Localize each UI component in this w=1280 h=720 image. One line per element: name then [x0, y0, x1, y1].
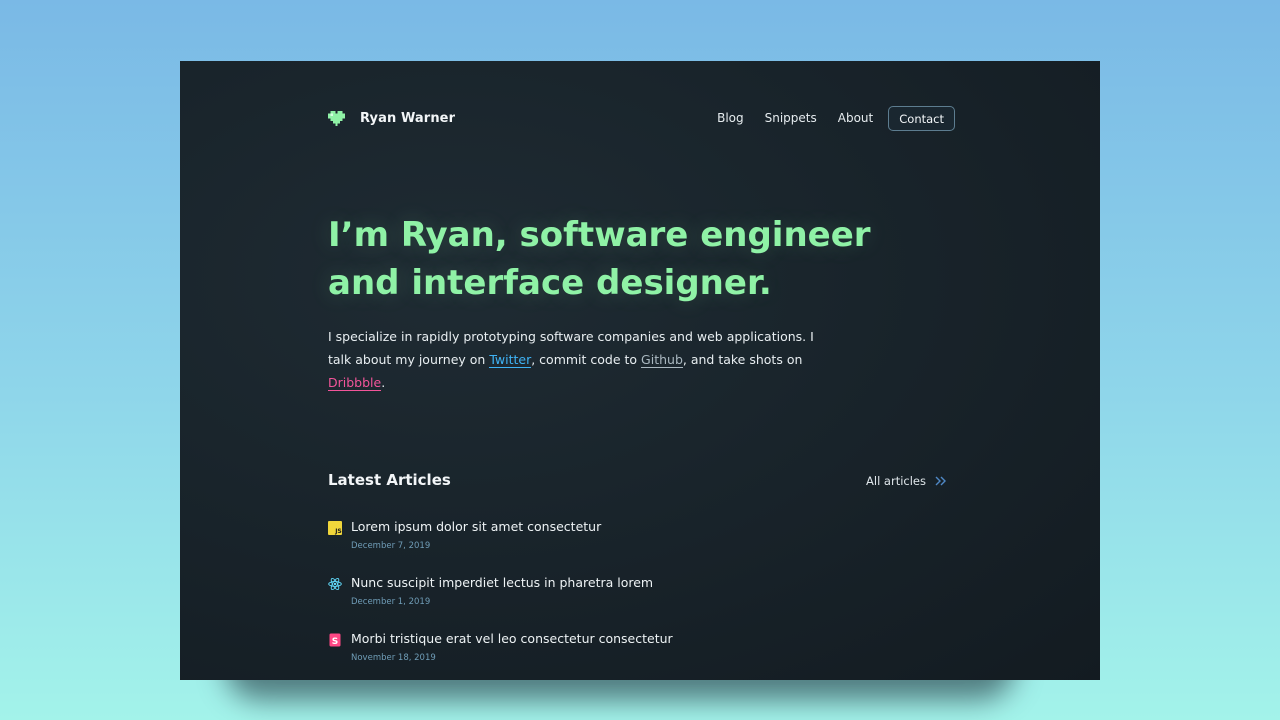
nav-blog[interactable]: Blog — [717, 111, 744, 125]
svg-text:JS: JS — [334, 528, 342, 535]
hero-title: I’m Ryan, software engineer and interfac… — [328, 211, 928, 307]
article-title[interactable]: Lorem ipsum dolor sit amet consectetur — [351, 519, 601, 534]
site-header: Ryan Warner Blog Snippets About Contact — [328, 104, 955, 132]
articles-list: JS Lorem ipsum dolor sit amet consectetu… — [328, 519, 955, 680]
article-date: December 7, 2019 — [351, 541, 431, 551]
article-title[interactable]: Nunc suscipit imperdiet lectus in pharet… — [351, 575, 653, 590]
bio-end: . — [381, 375, 386, 390]
main-nav: Blog Snippets About Contact — [717, 104, 955, 132]
bio-text-2b: , commit code to — [531, 352, 642, 367]
nav-about[interactable]: About — [838, 111, 873, 125]
bio-line1: I specialize in rapidly prototyping soft… — [328, 329, 814, 344]
react-icon — [328, 577, 342, 591]
bio-text-2a: talk about my journey on — [328, 352, 490, 367]
article-title[interactable]: Morbi tristique erat vel leo consectetur… — [351, 631, 673, 646]
hero-bio: I specialize in rapidly prototyping soft… — [328, 325, 814, 394]
javascript-icon: JS — [328, 521, 342, 535]
article-date: December 1, 2019 — [351, 597, 431, 607]
storybook-icon: S — [329, 633, 341, 647]
svg-text:S: S — [332, 637, 338, 647]
all-articles-link[interactable]: All articles — [866, 474, 947, 488]
hero-title-line1: I’m Ryan, software engineer — [328, 215, 871, 255]
hero-title-line2: and interface designer. — [328, 263, 772, 303]
page-content: Ryan Warner Blog Snippets About Contact … — [328, 61, 955, 680]
nav-snippets[interactable]: Snippets — [765, 111, 817, 125]
github-link[interactable]: Github — [641, 352, 683, 368]
browser-window: Ryan Warner Blog Snippets About Contact … — [180, 61, 1100, 680]
bio-text-2c: , and take shots on — [682, 352, 803, 367]
dribbble-link[interactable]: Dribbble — [328, 375, 382, 391]
double-chevron-right-icon — [935, 476, 946, 486]
contact-button[interactable]: Contact — [888, 105, 955, 131]
all-articles-label: All articles — [866, 474, 926, 488]
pixel-heart-icon — [328, 110, 345, 126]
twitter-link[interactable]: Twitter — [489, 352, 532, 368]
article-item[interactable]: S Morbi tristique erat vel leo consectet… — [328, 631, 955, 680]
article-item[interactable]: Nunc suscipit imperdiet lectus in pharet… — [328, 575, 955, 631]
brand-link[interactable]: Ryan Warner — [328, 104, 455, 132]
latest-articles-heading: Latest Articles — [328, 471, 451, 489]
article-item[interactable]: JS Lorem ipsum dolor sit amet consectetu… — [328, 519, 955, 575]
article-date: November 18, 2019 — [351, 653, 436, 663]
brand-name: Ryan Warner — [360, 110, 456, 126]
